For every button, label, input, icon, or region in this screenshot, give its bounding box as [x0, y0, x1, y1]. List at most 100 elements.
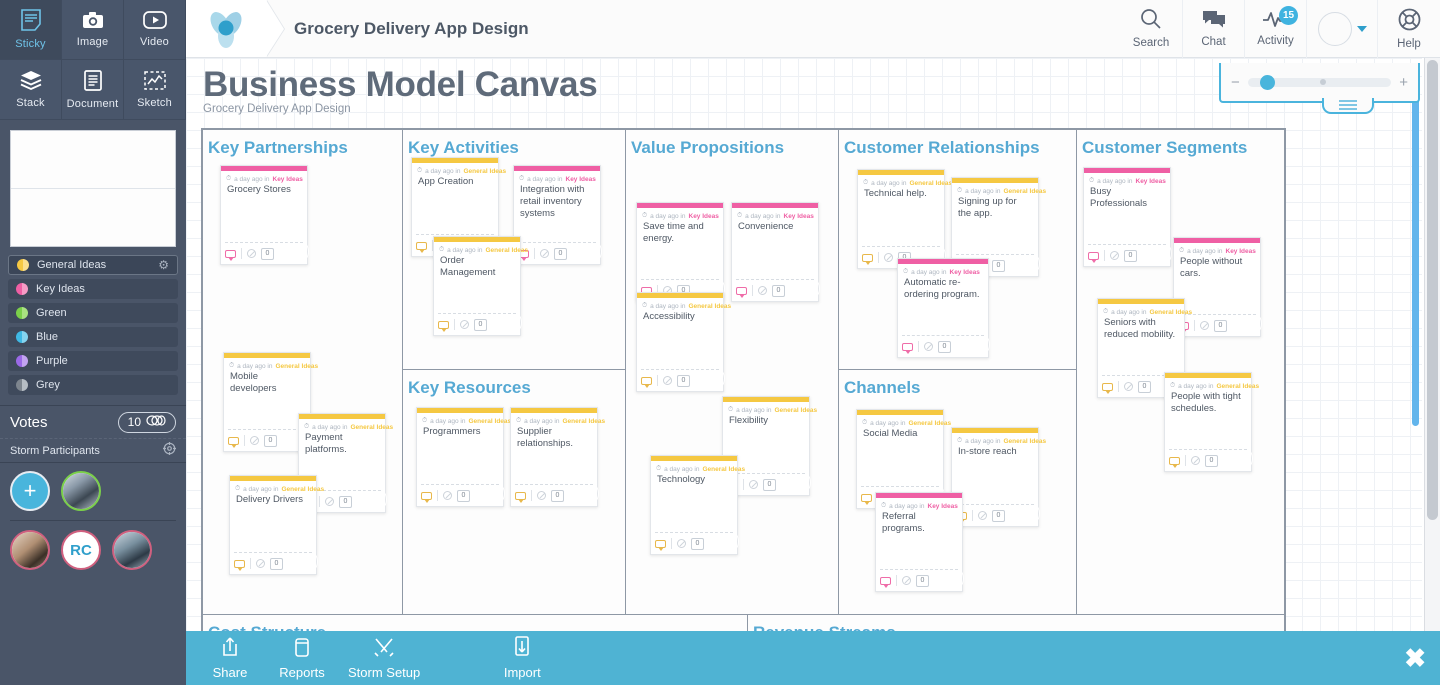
comment-icon[interactable]	[438, 320, 449, 332]
add-participant-button[interactable]: +	[10, 471, 50, 511]
close-icon[interactable]: ✖	[1404, 645, 1426, 671]
tool-document[interactable]: Document	[62, 60, 124, 120]
vote-count[interactable]: 0	[938, 340, 951, 353]
sticky-note[interactable]: ⏱ a day ago in Key Ideas Busy Profession…	[1083, 167, 1172, 267]
vote-count[interactable]: 0	[474, 318, 487, 331]
block-icon[interactable]	[540, 249, 549, 258]
block-icon[interactable]	[749, 480, 758, 489]
legend-item-key-ideas[interactable]: Key Ideas	[8, 279, 178, 299]
comment-icon[interactable]	[1169, 456, 1180, 468]
search-button[interactable]: Search	[1120, 0, 1182, 58]
block-icon[interactable]	[758, 286, 767, 295]
comment-icon[interactable]	[225, 249, 236, 261]
block-icon[interactable]	[256, 559, 265, 568]
canvas-minimap[interactable]	[10, 130, 176, 247]
block-icon[interactable]	[443, 491, 452, 500]
comment-icon[interactable]	[736, 286, 747, 298]
comment-icon[interactable]	[641, 376, 652, 388]
participant-avatar[interactable]	[10, 530, 50, 570]
vote-count[interactable]: 0	[1138, 380, 1151, 393]
comment-icon[interactable]	[902, 342, 913, 354]
sticky-note[interactable]: ⏱ a day ago in General Ideas Technical h…	[857, 169, 952, 269]
reports-button[interactable]: Reports	[266, 637, 338, 680]
block-icon[interactable]	[902, 576, 911, 585]
vote-count[interactable]: 0	[554, 247, 567, 260]
comment-icon[interactable]	[655, 539, 666, 551]
block-icon[interactable]	[325, 497, 334, 506]
zoom-out-button[interactable]: −	[1231, 74, 1240, 91]
sticky-note[interactable]: ⏱ a day ago in Key Ideas People without …	[1173, 237, 1262, 337]
comment-icon[interactable]	[234, 559, 245, 571]
sticky-note[interactable]: ⏱ a day ago in General Ideas People with…	[1164, 372, 1259, 472]
sticky-note[interactable]: ⏱ a day ago in General Ideas Technology …	[650, 455, 745, 555]
participant-avatar[interactable]	[61, 471, 101, 511]
legend-item-grey[interactable]: Grey	[8, 375, 178, 395]
tool-video[interactable]: Video	[124, 0, 186, 60]
votes-counter[interactable]: 10	[117, 411, 176, 433]
storm-setup-button[interactable]: Storm Setup	[338, 637, 430, 680]
vote-count[interactable]: 0	[264, 434, 277, 447]
sticky-note[interactable]: ⏱ a day ago in General Ideas Programmers…	[416, 407, 511, 507]
vote-count[interactable]: 0	[1124, 249, 1137, 262]
scrollbar-thumb[interactable]	[1427, 60, 1438, 520]
sticky-note[interactable]: ⏱ a day ago in Key Ideas Save time and e…	[636, 202, 725, 302]
sticky-note[interactable]: ⏱ a day ago in General Ideas Supplier re…	[510, 407, 605, 507]
vote-count[interactable]: 0	[261, 247, 274, 260]
tool-stack[interactable]: Stack	[0, 60, 62, 120]
sticky-note[interactable]: ⏱ a day ago in General Ideas Order Manag…	[433, 236, 528, 336]
comment-icon[interactable]	[862, 253, 873, 265]
zoom-track[interactable]	[1247, 74, 1392, 90]
block-icon[interactable]	[1191, 456, 1200, 465]
sticky-note[interactable]: ⏱ a day ago in General Ideas In-store re…	[951, 427, 1046, 527]
tool-sketch[interactable]: Sketch	[124, 60, 186, 120]
vote-count[interactable]: 0	[551, 489, 564, 502]
block-icon[interactable]	[460, 320, 469, 329]
import-button[interactable]: Import	[486, 636, 558, 680]
legend-item-purple[interactable]: Purple	[8, 351, 178, 371]
vote-count[interactable]: 0	[677, 374, 690, 387]
comment-icon[interactable]	[1102, 382, 1113, 394]
sticky-note[interactable]: ⏱ a day ago in Key Ideas Convenience 0	[731, 202, 820, 302]
zoom-panel-handle[interactable]	[1322, 98, 1374, 114]
block-icon[interactable]	[978, 511, 987, 520]
app-logo[interactable]	[186, 0, 284, 57]
chat-button[interactable]: Chat	[1182, 0, 1244, 58]
block-icon[interactable]	[924, 342, 933, 351]
block-icon[interactable]	[1124, 382, 1133, 391]
vote-count[interactable]: 0	[992, 259, 1005, 272]
comment-icon[interactable]	[416, 241, 427, 253]
sticky-note[interactable]: ⏱ a day ago in Key Ideas Grocery Stores …	[220, 165, 309, 265]
sticky-note[interactable]: ⏱ a day ago in Key Ideas Referral progra…	[875, 492, 964, 592]
zoom-in-button[interactable]: +	[1399, 74, 1408, 91]
vote-count[interactable]: 0	[992, 509, 1005, 522]
vote-count[interactable]: 0	[772, 284, 785, 297]
gear-icon[interactable]: ⚙	[158, 259, 169, 271]
comment-icon[interactable]	[1088, 251, 1099, 263]
canvas-area[interactable]: Business Model Canvas Grocery Delivery A…	[186, 58, 1422, 685]
comment-icon[interactable]	[421, 491, 432, 503]
comment-icon[interactable]	[228, 436, 239, 448]
target-icon[interactable]	[163, 441, 176, 460]
sticky-note[interactable]: ⏱ a day ago in General Ideas Accessibili…	[636, 292, 731, 392]
share-button[interactable]: Share	[194, 636, 266, 680]
user-menu[interactable]	[1306, 0, 1378, 58]
block-icon[interactable]	[1200, 321, 1209, 330]
block-icon[interactable]	[663, 376, 672, 385]
sticky-note[interactable]: ⏱ a day ago in Key Ideas Automatic re-or…	[897, 258, 990, 358]
zoom-knob[interactable]	[1259, 74, 1275, 90]
sticky-note[interactable]: ⏱ a day ago in General Ideas Delivery Dr…	[229, 475, 324, 575]
block-icon[interactable]	[247, 249, 256, 258]
block-icon[interactable]	[677, 539, 686, 548]
tool-image[interactable]: Image	[62, 0, 124, 60]
block-icon[interactable]	[250, 436, 259, 445]
window-vertical-scrollbar[interactable]	[1424, 58, 1440, 685]
vote-count[interactable]: 0	[339, 495, 352, 508]
comment-icon[interactable]	[861, 493, 872, 505]
legend-item-general-ideas[interactable]: General Ideas ⚙	[8, 255, 178, 275]
vote-count[interactable]: 0	[1214, 319, 1227, 332]
block-icon[interactable]	[537, 491, 546, 500]
vote-count[interactable]: 0	[916, 574, 929, 587]
participant-avatar-initials[interactable]: RC	[61, 530, 101, 570]
canvas-vertical-scrollbar[interactable]	[1412, 98, 1419, 426]
activity-button[interactable]: Activity 15	[1244, 0, 1306, 58]
